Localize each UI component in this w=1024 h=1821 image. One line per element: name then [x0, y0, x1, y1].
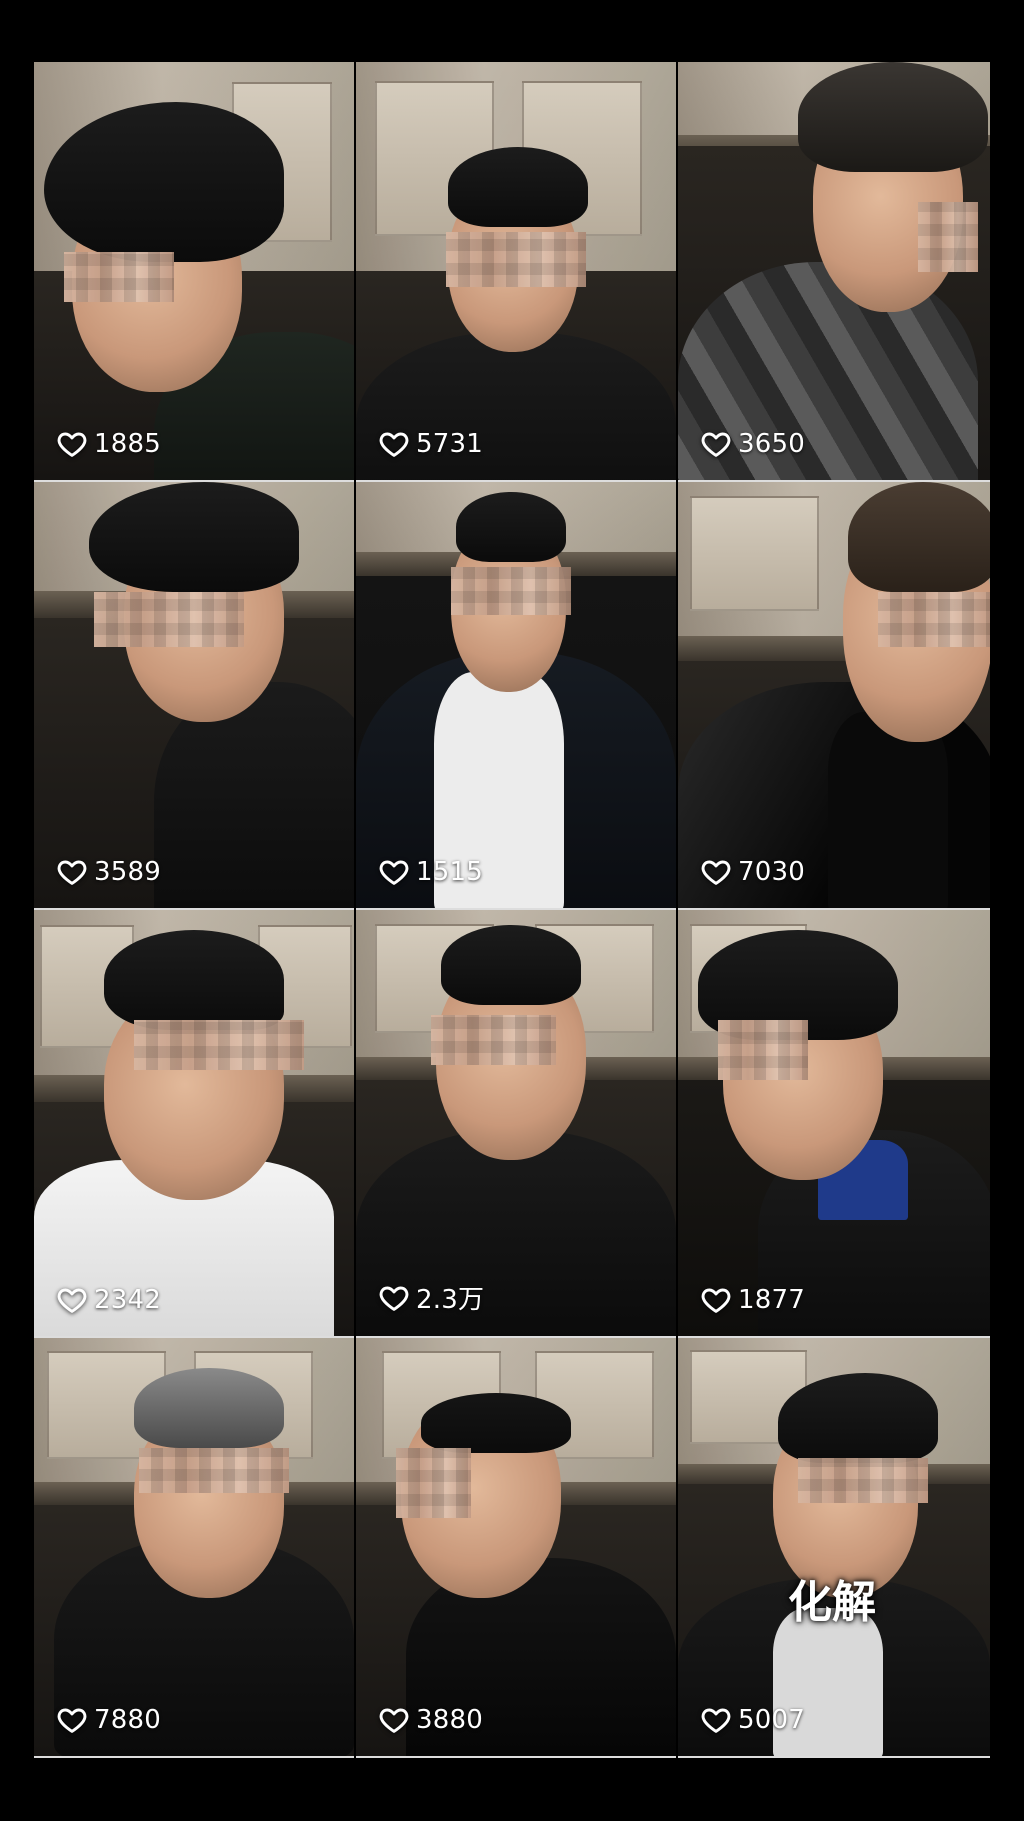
heart-icon: [57, 432, 87, 457]
like-count: 2342: [56, 1284, 161, 1316]
like-count: 2.3万: [378, 1279, 484, 1316]
video-tile-9[interactable]: 1877: [678, 910, 990, 1338]
heart-icon: [379, 860, 409, 885]
video-tile-2[interactable]: 5731: [356, 62, 676, 482]
heart-icon: [57, 1708, 87, 1733]
video-thumbnail: [34, 1338, 354, 1756]
like-count-text: 1515: [416, 857, 483, 887]
video-thumbnail: [34, 62, 354, 480]
like-count-text: 2.3万: [416, 1285, 485, 1315]
like-count-text: 1877: [738, 1285, 805, 1315]
heart-icon: [701, 1708, 731, 1733]
video-thumbnail: [356, 62, 676, 480]
video-tile-6[interactable]: 7030: [678, 482, 990, 910]
video-grid: 1885 5731 3650 3589 1515 7030 2342 2.3万 …: [34, 62, 990, 1758]
video-thumbnail: [678, 482, 990, 908]
heart-icon: [57, 860, 87, 885]
heart-icon: [379, 1708, 409, 1733]
video-grid-page: 1885 5731 3650 3589 1515 7030 2342 2.3万 …: [0, 0, 1024, 1821]
video-tile-4[interactable]: 3589: [34, 482, 354, 910]
like-count: 3650: [700, 428, 805, 460]
like-count: 7880: [56, 1704, 161, 1736]
like-count-text: 3880: [416, 1705, 483, 1735]
like-count-text: 7030: [738, 857, 805, 887]
video-thumbnail: [356, 482, 676, 908]
video-thumbnail: [678, 1338, 990, 1756]
like-count-text: 3589: [94, 857, 161, 887]
heart-icon: [379, 1286, 409, 1311]
video-thumbnail: [356, 1338, 676, 1756]
like-count: 3880: [378, 1704, 483, 1736]
like-count-text: 5007: [738, 1705, 805, 1735]
video-tile-10[interactable]: 7880: [34, 1338, 354, 1758]
like-count: 7030: [700, 856, 805, 888]
video-thumbnail: [678, 62, 990, 480]
heart-icon: [701, 432, 731, 457]
like-count: 1877: [700, 1284, 805, 1316]
video-tile-3[interactable]: 3650: [678, 62, 990, 482]
like-count-text: 7880: [94, 1705, 161, 1735]
video-thumbnail: [34, 482, 354, 908]
video-thumbnail: [678, 910, 990, 1336]
like-count: 5007: [700, 1704, 805, 1736]
video-caption: 化解: [788, 1577, 876, 1628]
video-tile-5[interactable]: 1515: [356, 482, 676, 910]
like-count: 5731: [378, 428, 483, 460]
heart-icon: [57, 1288, 87, 1313]
video-tile-7[interactable]: 2342: [34, 910, 354, 1338]
video-thumbnail: [356, 910, 676, 1336]
video-tile-8[interactable]: 2.3万: [356, 910, 676, 1338]
heart-icon: [379, 432, 409, 457]
heart-icon: [701, 860, 731, 885]
like-count-text: 1885: [94, 429, 161, 459]
video-tile-12[interactable]: 化解 5007: [678, 1338, 990, 1758]
like-count-text: 2342: [94, 1285, 161, 1315]
video-thumbnail: [34, 910, 354, 1336]
heart-icon: [701, 1288, 731, 1313]
video-tile-1[interactable]: 1885: [34, 62, 354, 482]
like-count-text: 5731: [416, 429, 483, 459]
like-count: 1515: [378, 856, 483, 888]
video-tile-11[interactable]: 3880: [356, 1338, 676, 1758]
like-count-text: 3650: [738, 429, 805, 459]
like-count: 3589: [56, 856, 161, 888]
like-count: 1885: [56, 428, 161, 460]
